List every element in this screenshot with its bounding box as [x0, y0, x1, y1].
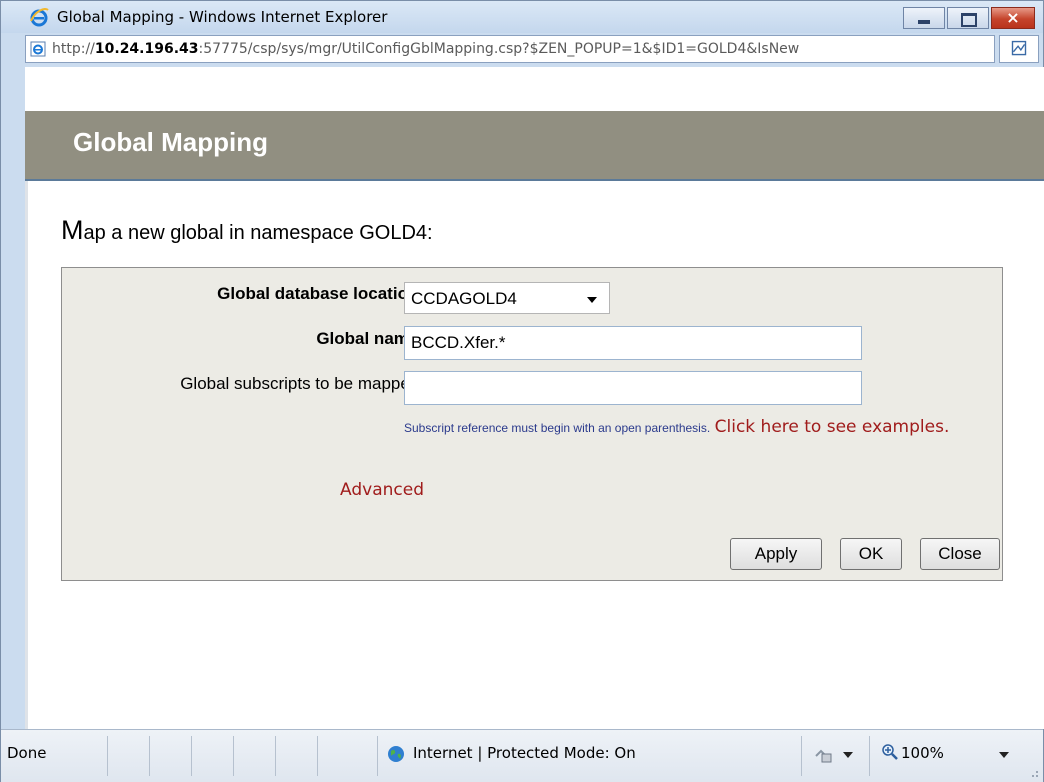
status-divider: [149, 736, 150, 776]
close-icon: ×: [1006, 8, 1020, 27]
status-bar: Done Internet | Protected Mode: On 100%: [1, 729, 1043, 782]
globe-icon: [388, 746, 404, 762]
title-bar: Global Mapping - Windows Internet Explor…: [1, 1, 1043, 33]
subscripts-label: Global subscripts to be mapped:: [180, 374, 424, 393]
url-host: 10.24.196.43: [94, 41, 199, 57]
status-divider: [191, 736, 192, 776]
db-location-select[interactable]: CCDAGOLD4: [404, 282, 610, 314]
chevron-down-icon: [587, 297, 597, 303]
url-path: :57775/csp/sys/mgr/UtilConfigGblMapping.…: [198, 41, 800, 57]
status-divider: [801, 736, 802, 776]
security-zone-text[interactable]: Internet | Protected Mode: On: [413, 744, 636, 762]
global-name-input[interactable]: [404, 326, 862, 360]
subscript-hint: Subscript reference must begin with an o…: [404, 416, 994, 439]
chevron-down-icon[interactable]: [999, 752, 1009, 758]
url-text: http://10.24.196.43:57775/csp/sys/mgr/Ut…: [52, 41, 799, 57]
zoom-icon: [882, 744, 898, 760]
page-title: Global Mapping: [73, 127, 268, 157]
intro-rest: ap a new global in namespace GOLD4:: [83, 222, 433, 244]
subscripts-input[interactable]: [404, 371, 862, 405]
intro-text: Map a new global in namespace GOLD4:: [61, 215, 433, 246]
maximize-icon: [961, 13, 977, 27]
window-title: Global Mapping - Windows Internet Explor…: [57, 8, 388, 26]
url-prefix: http://: [52, 41, 95, 57]
advanced-link[interactable]: Advanced: [340, 480, 424, 500]
status-divider: [275, 736, 276, 776]
page-content: Global Mapping Map a new global in names…: [25, 67, 1044, 729]
status-divider: [377, 736, 378, 776]
examples-link[interactable]: Click here to see examples.: [715, 417, 950, 437]
minimize-icon: [918, 20, 930, 24]
page-header: Global Mapping: [25, 111, 1044, 181]
status-divider: [317, 736, 318, 776]
content-edge: [25, 181, 28, 729]
compatibility-view-icon: [1011, 40, 1027, 56]
ie-logo-icon: [30, 8, 49, 27]
status-text: Done: [7, 744, 47, 762]
url-field[interactable]: http://10.24.196.43:57775/csp/sys/mgr/Ut…: [25, 35, 995, 63]
apply-button[interactable]: Apply: [730, 538, 822, 570]
hint-text: Subscript reference must begin with an o…: [404, 421, 711, 435]
status-divider: [107, 736, 108, 776]
db-location-label: Global database location:: [217, 284, 424, 303]
window-controls: ×: [903, 7, 1035, 29]
status-divider: [869, 736, 870, 776]
resize-grip-icon[interactable]: [1027, 766, 1039, 778]
status-divider: [233, 736, 234, 776]
zoom-level[interactable]: 100%: [901, 744, 944, 762]
page-icon: [30, 41, 46, 57]
close-window-button[interactable]: ×: [991, 7, 1035, 29]
protected-mode-icon[interactable]: [813, 744, 833, 764]
browser-window: Global Mapping - Windows Internet Explor…: [0, 0, 1044, 782]
intro-initial: M: [61, 215, 84, 245]
ok-button[interactable]: OK: [840, 538, 902, 570]
mapping-form: Global database location: CCDAGOLD4 Glob…: [61, 267, 1003, 581]
maximize-button[interactable]: [947, 7, 989, 29]
minimize-button[interactable]: [903, 7, 945, 29]
chevron-down-icon[interactable]: [843, 752, 853, 758]
compatibility-view-button[interactable]: [999, 35, 1039, 63]
close-button[interactable]: Close: [920, 538, 1000, 570]
db-location-value: CCDAGOLD4: [411, 289, 517, 308]
address-bar: http://10.24.196.43:57775/csp/sys/mgr/Ut…: [25, 35, 1043, 65]
